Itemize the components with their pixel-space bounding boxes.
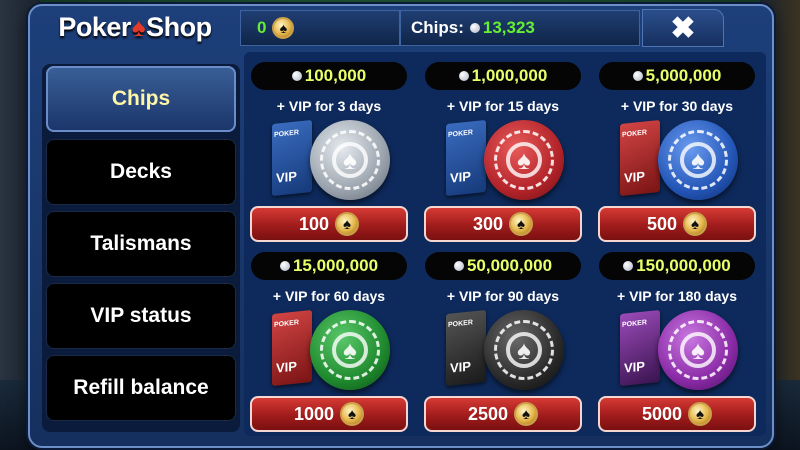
chip-gem-icon: [469, 23, 480, 33]
chip-gem-icon: [623, 261, 634, 271]
chips-label: Chips:: [411, 18, 464, 37]
vip-card-icon: POKER VIP: [272, 309, 312, 387]
poker-chip-icon: ♠: [484, 310, 564, 390]
sidebar-item-vip-status[interactable]: VIP status: [46, 283, 236, 349]
offer-card: 50,000,000 + VIP for 90 days POKER VIP ♠ …: [422, 248, 584, 434]
spade-coin-icon: ♠: [509, 212, 534, 236]
offer-vip-bonus: + VIP for 3 days: [276, 98, 382, 114]
buy-button[interactable]: 1000 ♠: [250, 396, 408, 432]
poker-chip-icon: ♠: [310, 120, 390, 200]
poker-chip-icon: ♠: [310, 310, 390, 390]
price-text: 100: [298, 213, 330, 234]
vip-card-icon: POKER VIP: [272, 119, 312, 197]
offer-chip-amount: 5,000,000: [599, 62, 755, 90]
offer-vip-bonus: + VIP for 15 days: [446, 98, 560, 114]
offer-illustration: POKER VIP ♠: [442, 306, 572, 394]
chips-count: 13,323: [482, 18, 535, 37]
offer-illustration: POKER VIP ♠: [616, 306, 746, 394]
price-text: 300: [472, 213, 504, 234]
shop-sidebar: Chips Decks Talismans VIP status Refill …: [42, 64, 240, 432]
vip-card-icon: POKER VIP: [620, 119, 660, 197]
buy-button[interactable]: 100 ♠: [250, 206, 408, 242]
offer-chip-amount: 150,000,000: [599, 252, 755, 280]
spade-coin-icon: ♠: [272, 17, 295, 39]
poker-shop-dialog: Poker ♠ Shop 0 ♠ Chips: 13,323 ✖ Chips D…: [28, 4, 774, 448]
vip-card-icon: POKER VIP: [620, 309, 660, 387]
offer-chip-amount-text: 50,000,000: [466, 256, 553, 275]
price-text: 5000: [641, 403, 683, 424]
sidebar-item-label: Chips: [111, 87, 171, 110]
chip-gem-icon: [291, 71, 302, 81]
buy-button[interactable]: 300 ♠: [424, 206, 582, 242]
offer-vip-bonus: + VIP for 180 days: [617, 288, 737, 304]
chip-gem-icon: [453, 261, 464, 271]
offer-illustration: POKER VIP ♠: [268, 306, 398, 394]
offer-card: 100,000 + VIP for 3 days POKER VIP ♠ 100 …: [248, 58, 410, 244]
buy-button[interactable]: 500 ♠: [598, 206, 756, 242]
coins-count: 0: [257, 18, 267, 37]
offer-chip-amount-text: 100,000: [304, 66, 367, 85]
sidebar-item-label: VIP status: [90, 304, 192, 327]
spade-coin-icon: ♠: [514, 402, 539, 426]
coins-balance: 0 ♠: [240, 10, 400, 46]
offer-chip-amount: 100,000: [251, 62, 407, 90]
offer-vip-bonus: + VIP for 60 days: [272, 288, 386, 304]
logo-shop-text: Shop: [146, 11, 212, 42]
offer-chip-amount: 50,000,000: [425, 252, 581, 280]
offers-grid: 100,000 + VIP for 3 days POKER VIP ♠ 100 …: [244, 52, 766, 436]
chip-gem-icon: [279, 261, 290, 271]
poker-chip-icon: ♠: [658, 120, 738, 200]
offer-illustration: POKER VIP ♠: [616, 116, 746, 204]
offer-chip-amount-text: 1,000,000: [471, 66, 548, 85]
offer-illustration: POKER VIP ♠: [442, 116, 572, 204]
offer-chip-amount: 15,000,000: [251, 252, 407, 280]
logo-spade-icon: ♠: [131, 11, 146, 42]
sidebar-item-label: Decks: [110, 160, 172, 183]
chip-gem-icon: [632, 71, 643, 81]
offer-chip-amount-text: 5,000,000: [645, 66, 722, 85]
offer-chip-amount: 1,000,000: [425, 62, 581, 90]
sidebar-item-decks[interactable]: Decks: [46, 139, 236, 205]
close-button[interactable]: ✖: [642, 9, 724, 47]
vip-card-icon: POKER VIP: [446, 119, 486, 197]
shop-header: Poker ♠ Shop 0 ♠ Chips: 13,323 ✖: [30, 6, 772, 48]
offer-card: 150,000,000 + VIP for 180 days POKER VIP …: [596, 248, 758, 434]
price-text: 2500: [467, 403, 509, 424]
spade-coin-icon: ♠: [340, 402, 365, 426]
spade-coin-icon: ♠: [335, 212, 360, 236]
buy-button[interactable]: 2500 ♠: [424, 396, 582, 432]
price-text: 500: [646, 213, 678, 234]
shop-logo: Poker ♠ Shop: [30, 6, 240, 48]
logo-poker-text: Poker: [58, 11, 131, 42]
chips-balance: Chips: 13,323: [400, 10, 640, 46]
poker-chip-icon: ♠: [484, 120, 564, 200]
offer-chip-amount-text: 150,000,000: [636, 256, 731, 275]
vip-card-icon: POKER VIP: [446, 309, 486, 387]
offer-card: 5,000,000 + VIP for 30 days POKER VIP ♠ 5…: [596, 58, 758, 244]
poker-chip-icon: ♠: [658, 310, 738, 390]
price-text: 1000: [293, 403, 335, 424]
spade-coin-icon: ♠: [683, 212, 708, 236]
sidebar-item-refill-balance[interactable]: Refill balance: [46, 355, 236, 421]
offer-illustration: POKER VIP ♠: [268, 116, 398, 204]
offer-chip-amount-text: 15,000,000: [292, 256, 379, 275]
sidebar-item-talismans[interactable]: Talismans: [46, 211, 236, 277]
offer-vip-bonus: + VIP for 90 days: [446, 288, 560, 304]
close-icon: ✖: [670, 11, 696, 45]
offer-vip-bonus: + VIP for 30 days: [620, 98, 734, 114]
offer-card: 1,000,000 + VIP for 15 days POKER VIP ♠ 3…: [422, 58, 584, 244]
buy-button[interactable]: 5000 ♠: [598, 396, 756, 432]
sidebar-item-chips[interactable]: Chips: [46, 66, 236, 132]
offer-card: 15,000,000 + VIP for 60 days POKER VIP ♠ …: [248, 248, 410, 434]
sidebar-item-label: Refill balance: [73, 376, 209, 399]
spade-coin-icon: ♠: [688, 402, 713, 426]
sidebar-item-label: Talismans: [90, 232, 192, 255]
chip-gem-icon: [458, 71, 469, 81]
